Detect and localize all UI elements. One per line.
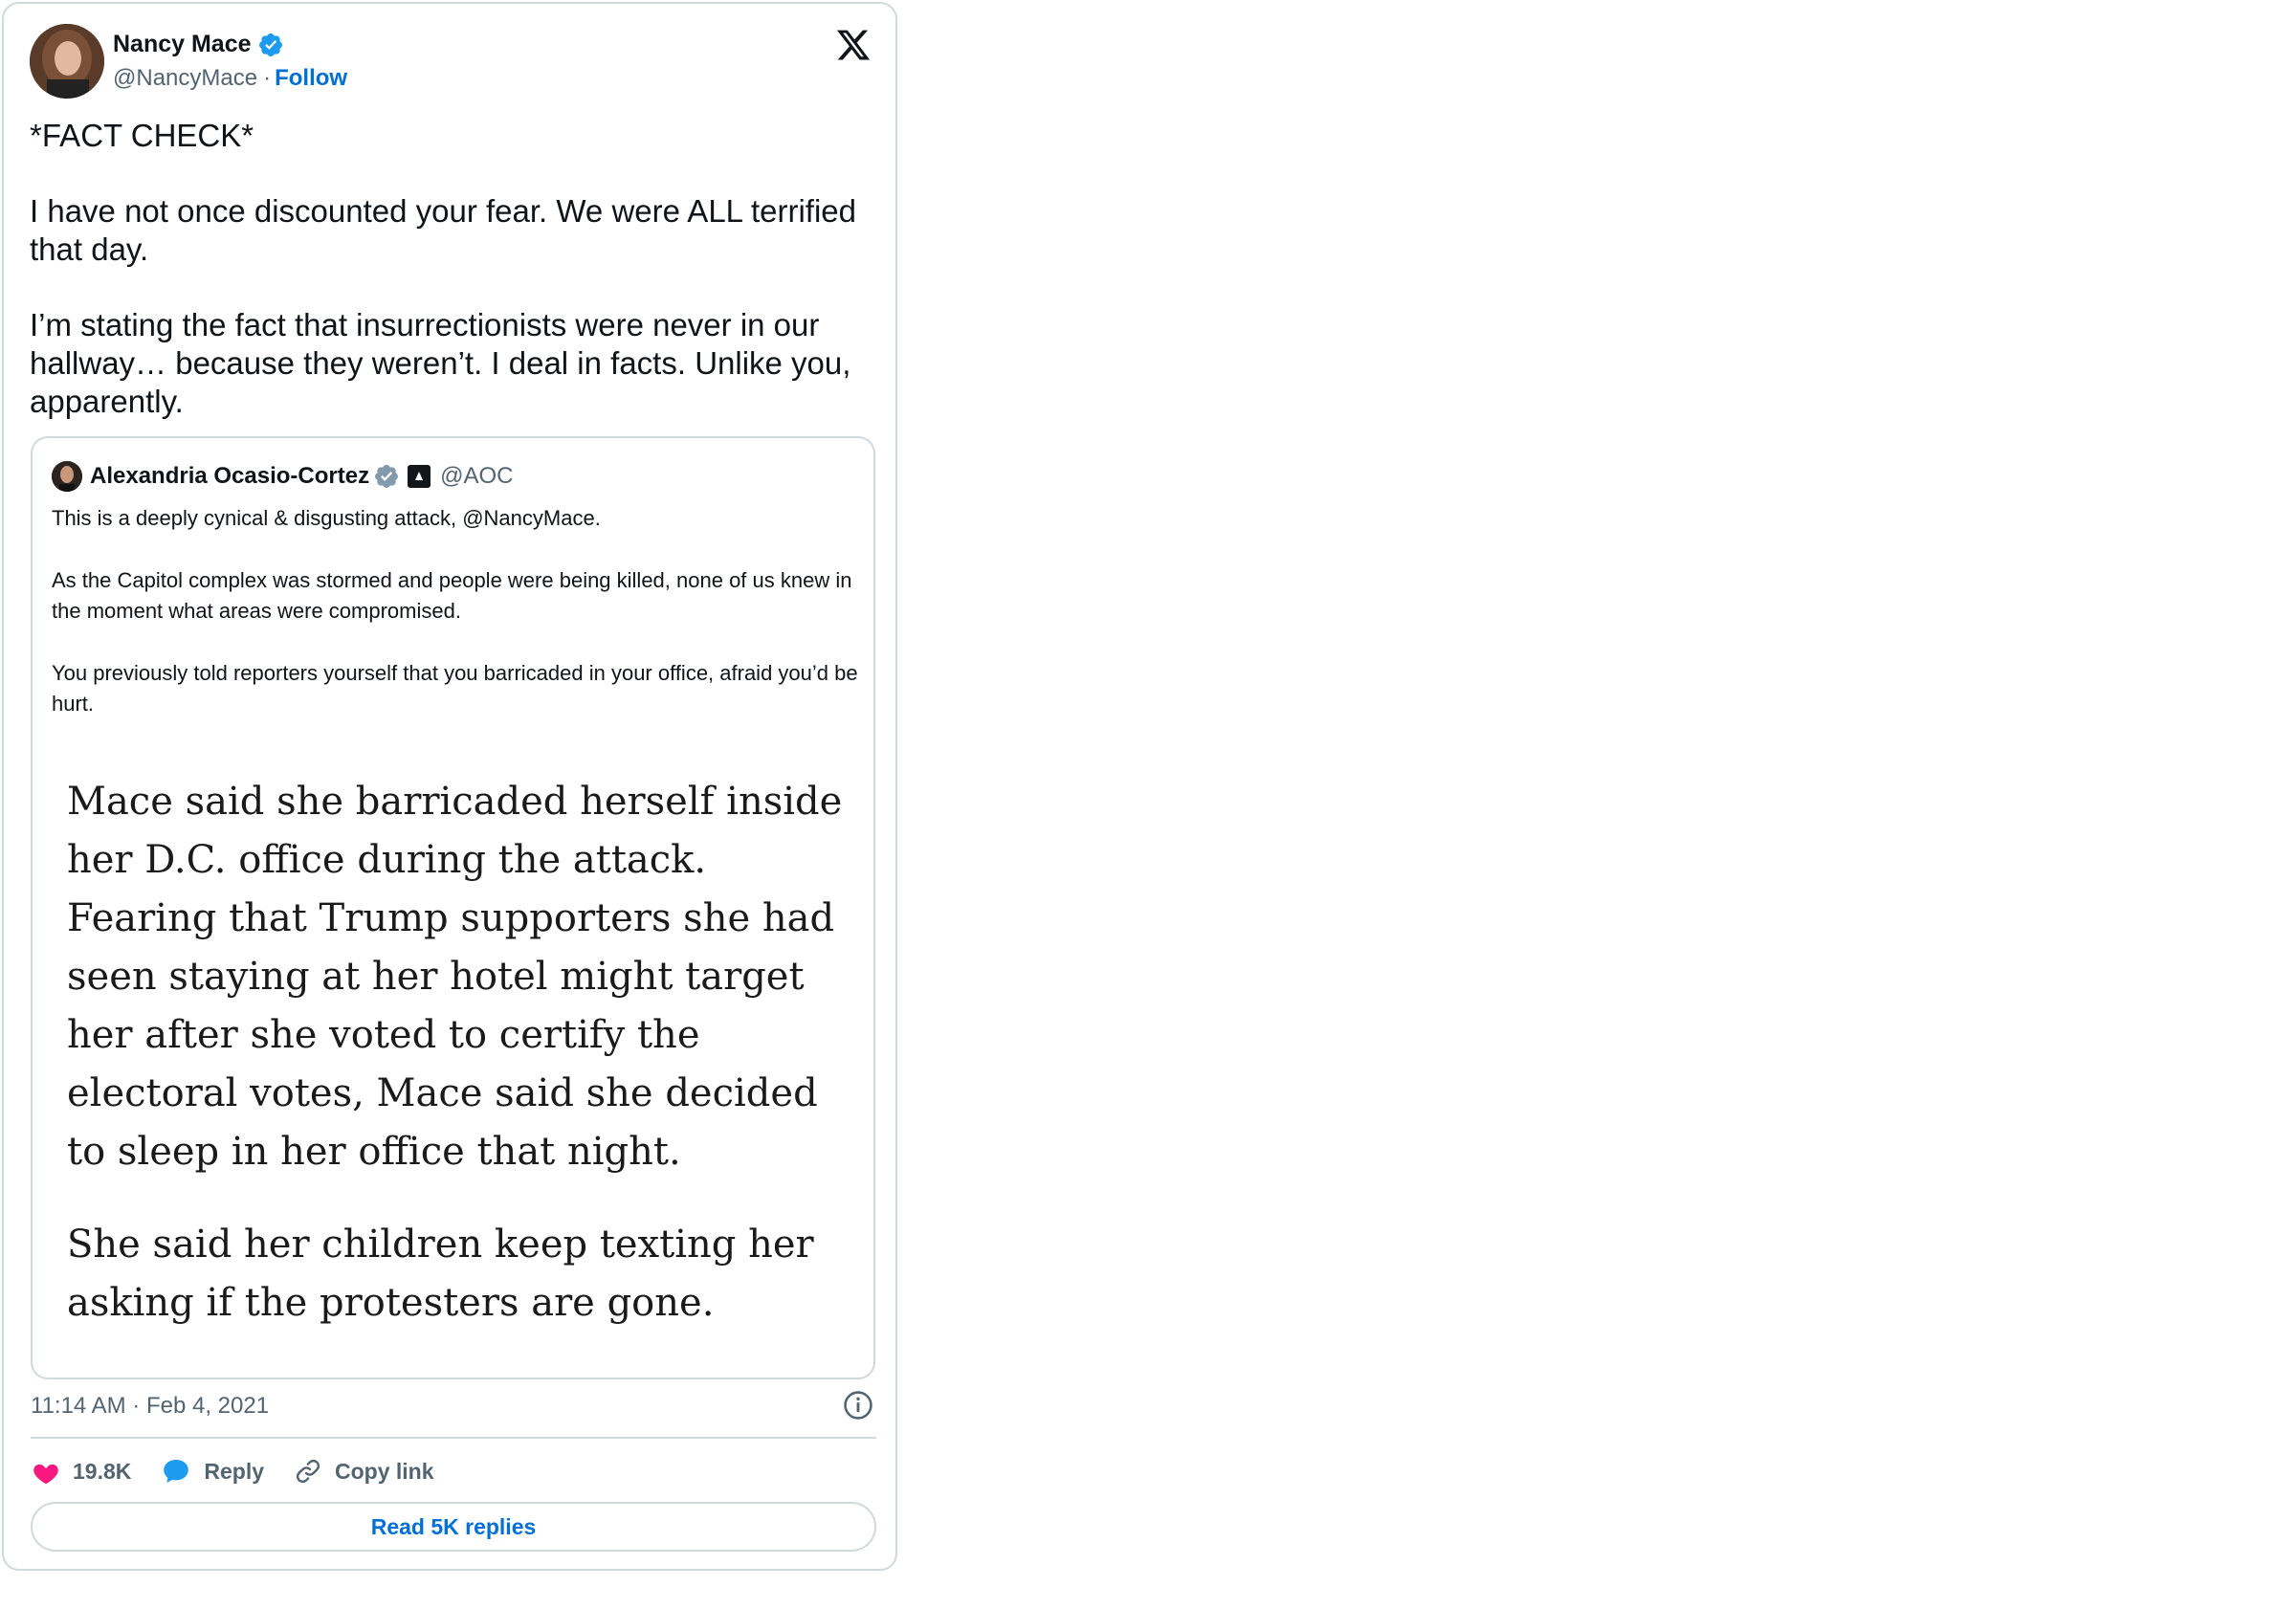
tweet-text-line: *FACT CHECK* bbox=[30, 118, 254, 153]
affiliation-badge-icon bbox=[408, 465, 431, 488]
info-icon[interactable] bbox=[842, 1389, 874, 1422]
speech-bubble-icon bbox=[164, 1459, 189, 1484]
author-name-text[interactable]: Nancy Mace bbox=[113, 31, 252, 58]
tweet-text-line: I have not once discounted your fear. We… bbox=[30, 193, 857, 267]
copy-link-button[interactable]: Copy link bbox=[293, 1456, 434, 1487]
gray-verified-badge-icon bbox=[375, 465, 399, 488]
quoted-text-paragraph: This is a deeply cynical & disgusting at… bbox=[52, 506, 601, 530]
like-button[interactable]: 19.8K bbox=[31, 1456, 131, 1487]
quoted-article-screenshot[interactable]: Mace said she barricaded herself inside … bbox=[67, 773, 861, 1333]
tweet-actions: 19.8K Reply Copy link bbox=[31, 1452, 463, 1490]
divider bbox=[31, 1437, 876, 1439]
quoted-author-avatar bbox=[52, 461, 82, 492]
quoted-text-paragraph: As the Capitol complex was stormed and p… bbox=[52, 568, 852, 623]
author-handle-line: @NancyMace · Follow bbox=[113, 65, 347, 92]
quoted-tweet-header: Alexandria Ocasio-Cortez @AOC bbox=[52, 461, 513, 492]
author-handle[interactable]: @NancyMace bbox=[113, 65, 257, 92]
quoted-author-handle: @AOC bbox=[440, 463, 514, 489]
quoted-tweet-text: This is a deeply cynical & disgusting at… bbox=[52, 503, 865, 719]
embedded-tweet-card: Nancy Mace @NancyMace · Follow *FACT CHE… bbox=[2, 2, 897, 1571]
verified-badge-icon bbox=[258, 33, 282, 56]
tweet-text-line: I’m stating the fact that insurrectionis… bbox=[30, 307, 851, 419]
author-name[interactable]: Nancy Mace bbox=[113, 31, 284, 58]
x-logo-icon[interactable] bbox=[835, 27, 872, 63]
like-count: 19.8K bbox=[73, 1458, 132, 1484]
tweet-timestamp[interactable]: 11:14 AM · Feb 4, 2021 bbox=[31, 1393, 876, 1420]
reply-button[interactable]: Reply bbox=[160, 1455, 264, 1488]
quoted-author-name: Alexandria Ocasio-Cortez bbox=[90, 463, 370, 489]
author-avatar[interactable] bbox=[30, 24, 104, 99]
copy-link-label: Copy link bbox=[335, 1458, 434, 1484]
tweet-text: *FACT CHECK* I have not once discounted … bbox=[30, 117, 872, 421]
follow-button[interactable]: Follow bbox=[275, 65, 347, 92]
quoted-tweet[interactable]: Alexandria Ocasio-Cortez @AOC This is a … bbox=[31, 436, 875, 1379]
quoted-text-paragraph: You previously told reporters yourself t… bbox=[52, 661, 858, 716]
read-replies-button[interactable]: Read 5K replies bbox=[31, 1502, 876, 1552]
article-paragraph: Mace said she barricaded herself inside … bbox=[67, 780, 843, 1174]
separator-dot: · bbox=[263, 65, 272, 91]
article-paragraph: She said her children keep texting her a… bbox=[67, 1223, 814, 1325]
reply-label: Reply bbox=[204, 1458, 265, 1484]
heart-icon bbox=[33, 1464, 58, 1485]
link-icon bbox=[296, 1459, 320, 1484]
